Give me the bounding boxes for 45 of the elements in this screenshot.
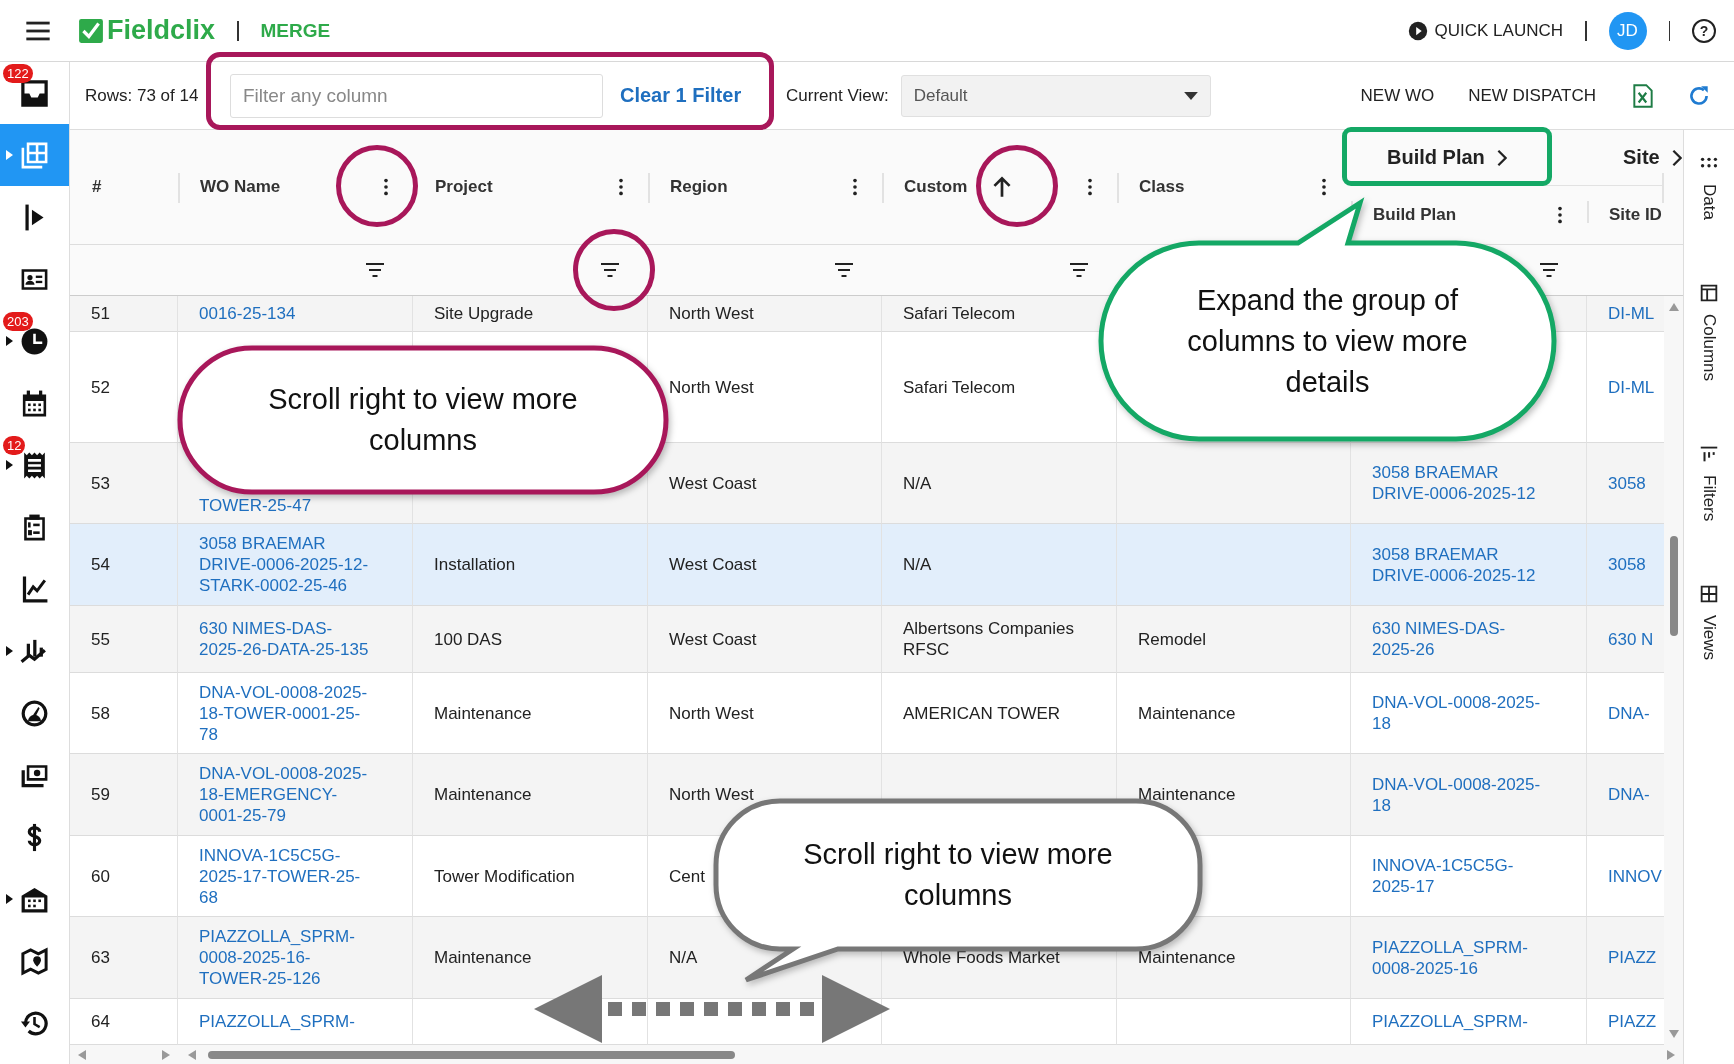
table-cell: Maintenance xyxy=(434,947,532,968)
table-cell: 100 DAS xyxy=(434,628,503,650)
table-cell: Remodel xyxy=(1138,628,1207,650)
table-cell: Tower Modification xyxy=(434,865,575,887)
row-number: 59 xyxy=(91,784,110,805)
logo-text: Fieldclix xyxy=(107,15,216,46)
table-cell: Cent xyxy=(669,865,705,887)
row-number: 58 xyxy=(91,702,110,724)
row-number: 52 xyxy=(91,376,110,398)
table-cell: Safari Telecom xyxy=(903,376,1016,398)
table-cell: Whole Foods Market xyxy=(903,947,1060,968)
table-cell: N/A xyxy=(903,472,932,494)
count-badge: 203 xyxy=(3,312,33,331)
row-number: 54 xyxy=(91,554,110,575)
table-cell: North West xyxy=(669,376,754,398)
row-count: Rows: 73 of 14 xyxy=(85,85,200,106)
count-badge: 12 xyxy=(3,436,26,455)
table-cell: Maintenance xyxy=(434,702,532,724)
table-cell: Maintenance xyxy=(434,784,532,805)
table-cell: N/A xyxy=(669,947,698,968)
row-number: 64 xyxy=(91,1011,110,1032)
table-cell: Safari Telecom xyxy=(903,303,1016,324)
row-number: 55 xyxy=(91,628,110,650)
count-badge: 122 xyxy=(3,64,33,83)
view-label: Current View: xyxy=(786,85,889,106)
table-cell: West Coast xyxy=(669,554,757,575)
table-cell-text: Albertsons Companies RFSC xyxy=(903,618,1076,660)
module-label: MERGE xyxy=(260,19,331,42)
table-cell: North West xyxy=(669,784,754,805)
row-number: 63 xyxy=(91,947,110,968)
row-number: 53 xyxy=(91,472,110,494)
table-cell: Site Upgrade xyxy=(434,303,534,324)
table-cell: West Coast xyxy=(669,472,757,494)
table-cell: North West xyxy=(669,303,754,324)
table-cell: Maintenance xyxy=(1138,947,1236,968)
table-cell: N/A xyxy=(903,554,932,575)
table-cell: Maintenance xyxy=(1138,702,1236,724)
table-cell: Installation xyxy=(434,554,516,575)
row-number: 60 xyxy=(91,865,110,887)
row-number: 51 xyxy=(91,303,110,324)
table-cell: North West xyxy=(669,702,754,724)
callout-tooltip: Scroll right to view more columns xyxy=(177,345,669,495)
table-cell: West Coast xyxy=(669,628,757,650)
table-cell: AMERICAN TOWER xyxy=(903,702,1061,724)
table-cell: Maintenance xyxy=(1138,784,1236,805)
